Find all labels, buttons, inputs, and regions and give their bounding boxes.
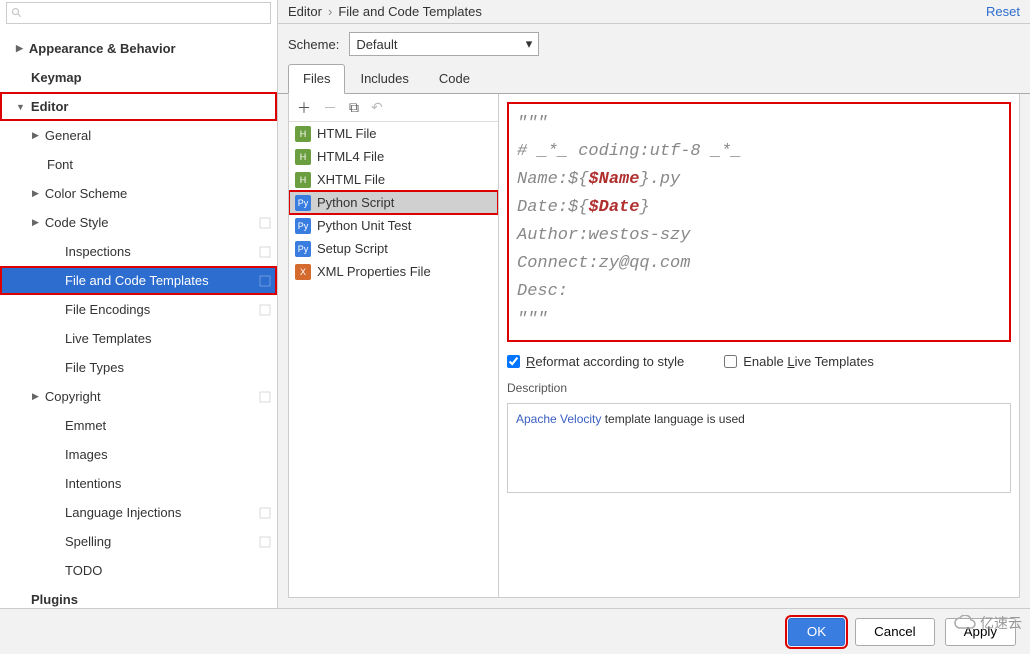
apache-velocity-link[interactable]: Apache Velocity [516,412,601,426]
sidebar-item-language-injections[interactable]: Language Injections [0,498,277,527]
description-label: Description [507,381,1011,395]
sidebar-item-general[interactable]: General [0,121,277,150]
sidebar-item-inspections[interactable]: Inspections [0,237,277,266]
scheme-badge-icon [259,217,271,229]
sidebar-item-keymap[interactable]: Keymap [0,63,277,92]
breadcrumb-current: File and Code Templates [338,4,482,19]
tab-includes[interactable]: Includes [345,64,423,93]
scheme-select[interactable]: Default ▾ [349,32,539,56]
breadcrumb-parent[interactable]: Editor [288,4,322,19]
sidebar-item-editor[interactable]: Editor [0,92,277,121]
sidebar-item-color-scheme[interactable]: Color Scheme [0,179,277,208]
add-template-button[interactable]: ＋ [297,98,311,118]
scheme-badge-icon [259,391,271,403]
main-panel: Editor › File and Code Templates Reset S… [278,0,1030,608]
editor-panel: """ # _*_ coding:utf-8 _*_ Name:${$Name}… [499,94,1019,597]
reformat-checkbox[interactable]: Reformat according to style [507,354,684,369]
file-item-setup-script[interactable]: PySetup Script [289,237,498,260]
search-icon [11,7,23,19]
sidebar-item-todo[interactable]: TODO [0,556,277,585]
file-item-xml-properties[interactable]: XXML Properties File [289,260,498,283]
sidebar-item-images[interactable]: Images [0,440,277,469]
template-editor[interactable]: """ # _*_ coding:utf-8 _*_ Name:${$Name}… [507,102,1011,342]
watermark: 亿速云 [954,613,1022,633]
dialog-button-bar: OK Cancel Apply [0,608,1030,654]
python-file-icon: Py [295,241,311,257]
python-file-icon: Py [295,195,311,211]
html-file-icon: H [295,149,311,165]
breadcrumb: Editor › File and Code Templates Reset [278,0,1030,24]
html-file-icon: H [295,126,311,142]
search-input[interactable] [6,2,271,24]
sidebar-item-emmet[interactable]: Emmet [0,411,277,440]
file-item-html4[interactable]: HHTML4 File [289,145,498,168]
copy-template-button[interactable]: ⧉ [349,99,359,116]
sidebar-item-plugins[interactable]: Plugins [0,585,277,608]
file-list-toolbar: ＋ － ⧉ ↶ [289,94,498,122]
scheme-badge-icon [259,507,271,519]
sidebar-item-appearance[interactable]: Appearance & Behavior [0,34,277,63]
scheme-badge-icon [259,275,271,287]
sidebar-item-live-templates[interactable]: Live Templates [0,324,277,353]
tab-code[interactable]: Code [424,64,485,93]
scheme-label: Scheme: [288,37,339,52]
sidebar-item-file-types[interactable]: File Types [0,353,277,382]
description-box: Apache Velocity template language is use… [507,403,1011,493]
sidebar-item-file-encodings[interactable]: File Encodings [0,295,277,324]
tab-files[interactable]: Files [288,64,345,94]
enable-live-templates-checkbox[interactable]: Enable Live Templates [724,354,874,369]
sidebar-item-font[interactable]: Font [0,150,277,179]
scheme-badge-icon [259,304,271,316]
chevron-down-icon: ▾ [526,36,533,52]
remove-template-button[interactable]: － [323,98,337,118]
file-item-python-script[interactable]: PyPython Script [289,191,498,214]
reset-link[interactable]: Reset [986,4,1020,19]
file-list-panel: ＋ － ⧉ ↶ HHTML File HHTML4 File HXHTML Fi… [289,94,499,597]
sidebar-item-intentions[interactable]: Intentions [0,469,277,498]
file-item-xhtml[interactable]: HXHTML File [289,168,498,191]
sidebar-item-code-style[interactable]: Code Style [0,208,277,237]
html-file-icon: H [295,172,311,188]
file-item-html[interactable]: HHTML File [289,122,498,145]
breadcrumb-arrow-icon: › [328,4,332,19]
ok-button[interactable]: OK [788,618,845,646]
settings-tree-sidebar: Appearance & Behavior Keymap Editor Gene… [0,0,278,608]
cancel-button[interactable]: Cancel [855,618,935,646]
python-file-icon: Py [295,218,311,234]
file-item-python-unit-test[interactable]: PyPython Unit Test [289,214,498,237]
sidebar-item-file-code-templates[interactable]: File and Code Templates [0,266,277,295]
scheme-badge-icon [259,246,271,258]
revert-template-button[interactable]: ↶ [371,99,383,116]
sidebar-item-copyright[interactable]: Copyright [0,382,277,411]
sidebar-item-spelling[interactable]: Spelling [0,527,277,556]
cloud-icon [954,615,976,631]
scheme-badge-icon [259,536,271,548]
xml-file-icon: X [295,264,311,280]
tabs: Files Includes Code [278,64,1030,94]
